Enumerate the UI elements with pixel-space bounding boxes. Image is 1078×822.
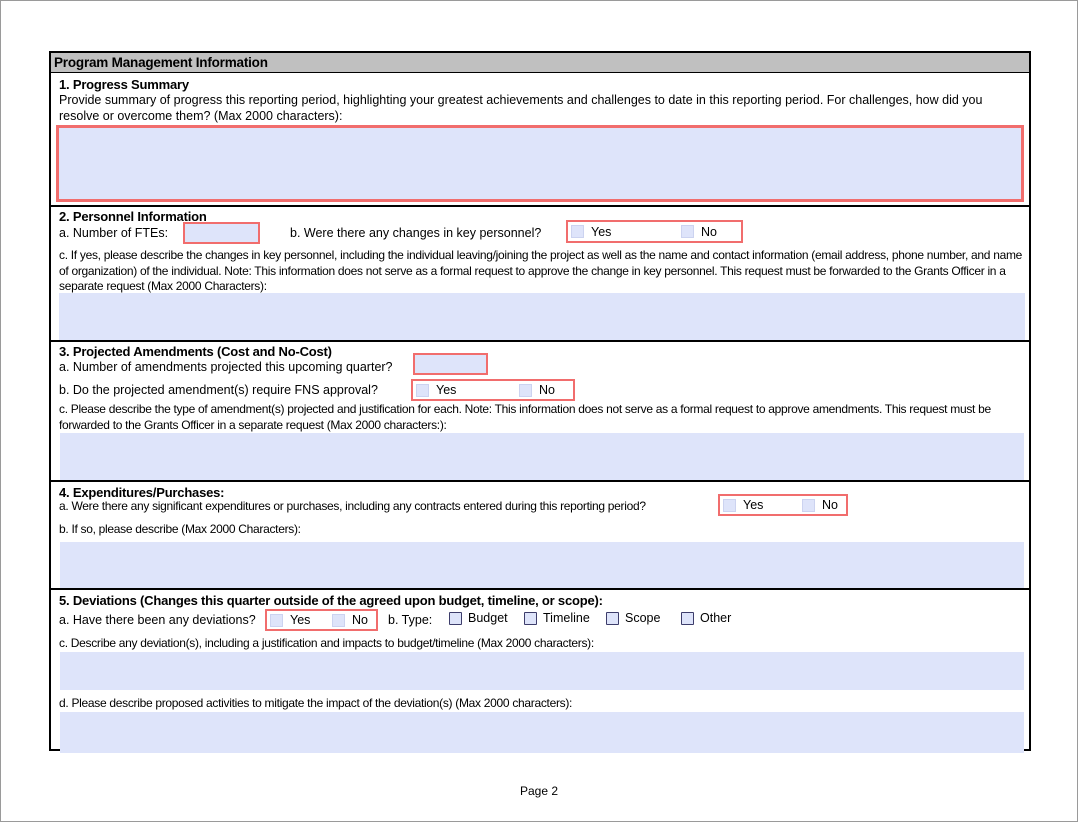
section-progress-summary: 1. Progress Summary Provide summary of p… <box>51 73 1029 205</box>
key-personnel-describe-label: c. If yes, please describe the changes i… <box>59 248 1023 295</box>
yes-label: Yes <box>591 225 611 239</box>
key-personnel-yes-checkbox[interactable] <box>571 225 584 238</box>
other-checkbox[interactable] <box>681 612 694 625</box>
expenditures-no-checkbox[interactable] <box>802 499 815 512</box>
deviation-describe-label: c. Describe any deviation(s), including … <box>59 636 594 650</box>
mitigation-describe-textarea[interactable] <box>60 712 1024 753</box>
section-expenditures-purchases: 4. Expenditures/Purchases: a. Were there… <box>51 480 1029 588</box>
budget-label: Budget <box>468 611 508 625</box>
no-label: No <box>701 225 717 239</box>
type-option-budget: Budget <box>449 611 508 625</box>
deviations-yes-checkbox[interactable] <box>270 614 283 627</box>
amendments-describe-textarea[interactable] <box>60 433 1024 480</box>
section-1-title: 1. Progress Summary <box>59 77 189 92</box>
no-label: No <box>539 383 555 397</box>
no-option: No <box>332 613 368 627</box>
amendments-count-label: a. Number of amendments projected this u… <box>59 360 393 374</box>
type-option-other: Other <box>681 611 731 625</box>
yes-option: Yes <box>270 613 310 627</box>
deviations-question-label: a. Have there been any deviations? <box>59 613 256 627</box>
fns-approval-yesno-group: Yes No <box>411 379 575 401</box>
ftes-input[interactable] <box>183 222 260 244</box>
fns-approval-no-checkbox[interactable] <box>519 384 532 397</box>
expenditures-yes-checkbox[interactable] <box>723 499 736 512</box>
yes-label: Yes <box>743 498 763 512</box>
fns-approval-question-label: b. Do the projected amendment(s) require… <box>59 383 378 397</box>
deviation-type-label: b. Type: <box>388 613 432 627</box>
key-personnel-yesno-group: Yes No <box>566 220 743 243</box>
no-option: No <box>681 225 717 239</box>
yes-option: Yes <box>571 225 611 239</box>
form-section-header: Program Management Information <box>51 53 1029 73</box>
form-title: Program Management Information <box>54 55 268 70</box>
section-deviations: 5. Deviations (Changes this quarter outs… <box>51 588 1029 753</box>
type-option-scope: Scope <box>606 611 660 625</box>
section-5-title: 5. Deviations (Changes this quarter outs… <box>59 593 603 608</box>
progress-summary-textarea[interactable] <box>56 125 1024 202</box>
yes-option: Yes <box>723 498 763 512</box>
no-option: No <box>519 383 555 397</box>
expenditures-describe-label: b. If so, please describe (Max 2000 Char… <box>59 522 301 536</box>
deviations-yesno-group: Yes No <box>265 609 378 631</box>
no-label: No <box>822 498 838 512</box>
deviations-no-checkbox[interactable] <box>332 614 345 627</box>
section-personnel-information: 2. Personnel Information a. Number of FT… <box>51 205 1029 340</box>
timeline-label: Timeline <box>543 611 590 625</box>
type-option-timeline: Timeline <box>524 611 590 625</box>
key-personnel-describe-textarea[interactable] <box>59 293 1025 341</box>
program-management-form: Program Management Information 1. Progre… <box>49 51 1031 751</box>
pdf-page: Program Management Information 1. Progre… <box>0 0 1078 822</box>
section-projected-amendments: 3. Projected Amendments (Cost and No-Cos… <box>51 340 1029 480</box>
section-4-title: 4. Expenditures/Purchases: <box>59 485 224 500</box>
no-option: No <box>802 498 838 512</box>
expenditures-describe-textarea[interactable] <box>60 542 1024 588</box>
fns-approval-yes-checkbox[interactable] <box>416 384 429 397</box>
timeline-checkbox[interactable] <box>524 612 537 625</box>
scope-label: Scope <box>625 611 660 625</box>
mitigation-describe-label: d. Please describe proposed activities t… <box>59 696 572 710</box>
amendments-describe-label: c. Please describe the type of amendment… <box>59 402 1023 433</box>
expenditures-yesno-group: Yes No <box>718 494 848 516</box>
no-label: No <box>352 613 368 627</box>
other-label: Other <box>700 611 731 625</box>
scope-checkbox[interactable] <box>606 612 619 625</box>
amendments-count-input[interactable] <box>413 353 488 375</box>
section-3-title: 3. Projected Amendments (Cost and No-Cos… <box>59 344 332 359</box>
progress-summary-prompt: Provide summary of progress this reporti… <box>59 93 1021 124</box>
ftes-label: a. Number of FTEs: <box>59 226 168 240</box>
page-number: Page 2 <box>1 784 1077 798</box>
yes-label: Yes <box>436 383 456 397</box>
budget-checkbox[interactable] <box>449 612 462 625</box>
key-personnel-no-checkbox[interactable] <box>681 225 694 238</box>
yes-option: Yes <box>416 383 456 397</box>
deviation-describe-textarea[interactable] <box>60 652 1024 690</box>
expenditures-question-label: a. Were there any significant expenditur… <box>59 499 646 513</box>
yes-label: Yes <box>290 613 310 627</box>
key-personnel-question-label: b. Were there any changes in key personn… <box>290 226 541 240</box>
